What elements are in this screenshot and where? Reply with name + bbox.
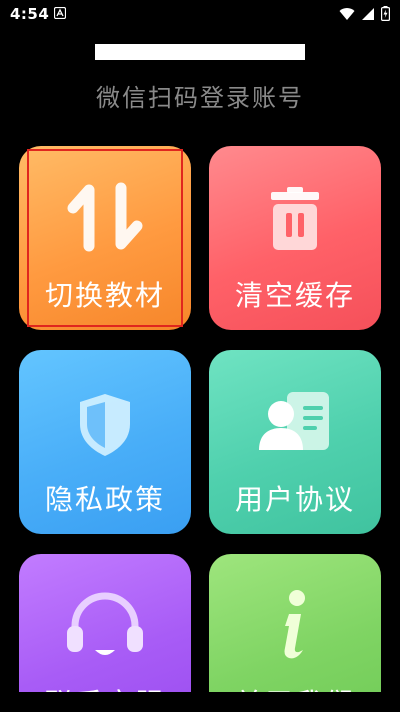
trash-icon (271, 187, 319, 250)
about-us-label: 关于我们 (209, 682, 381, 692)
privacy-policy-label: 隐私政策 (44, 483, 165, 516)
about-us-button[interactable]: 关于我们 (209, 554, 381, 692)
clear-cache-label: 清空缓存 (234, 279, 355, 312)
contact-service-button[interactable]: 联系客服 (19, 554, 191, 692)
settings-screen: 4:54 微信扫码登录账号 切换教材 清空缓存 隐私政策 用户协议 (0, 0, 400, 712)
settings-grid: 切换教材 清空缓存 隐私政策 用户协议 (0, 0, 400, 692)
clear-cache-button[interactable]: 清空缓存 (209, 146, 381, 330)
id-card-icon (259, 392, 329, 450)
switch-textbook-button[interactable]: 切换教材 (19, 146, 191, 330)
info-icon (284, 590, 305, 659)
swap-arrows-icon (67, 182, 143, 252)
privacy-policy-button[interactable]: 隐私政策 (19, 350, 191, 534)
shield-icon (80, 394, 130, 456)
switch-textbook-label: 切换教材 (44, 279, 165, 312)
user-agreement-label: 用户协议 (234, 483, 355, 516)
contact-service-label: 联系客服 (19, 682, 191, 692)
headset-icon (67, 592, 143, 655)
user-agreement-button[interactable]: 用户协议 (209, 350, 381, 534)
